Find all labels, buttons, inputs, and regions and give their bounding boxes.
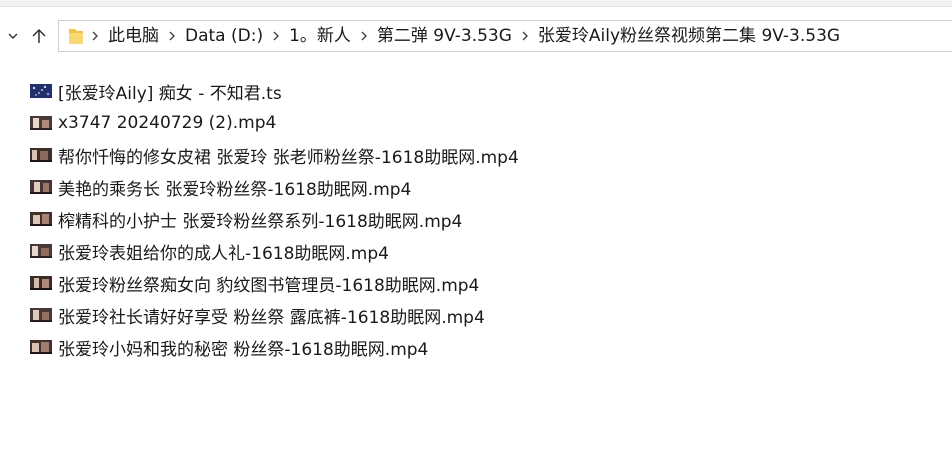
chevron-right-icon[interactable] [85,30,105,42]
ts-video-thumbnail-icon [30,84,52,98]
file-name: x3747 20240729 (2).mp4 [58,113,277,133]
breadcrumb-this-pc[interactable]: 此电脑 [105,21,162,51]
chevron-right-icon[interactable] [266,30,286,42]
file-item[interactable]: 张爱玲表姐给你的成人礼-1618助眠网.mp4 [30,235,930,267]
file-list: [张爱玲Aily] 痴女 - 不知君.ts x3747 20240729 (2)… [30,75,930,363]
video-thumbnail-icon [30,276,52,290]
breadcrumb-folder-1[interactable]: 1。新人 [286,21,354,51]
chevron-right-icon[interactable] [162,30,182,42]
arrow-up-icon [32,28,46,43]
file-item[interactable]: 张爱玲粉丝祭痴女向 豹纹图书管理员-1618助眠网.mp4 [30,267,930,299]
file-name: 帮你忏悔的修女皮裙 张爱玲 张老师粉丝祭-1618助眠网.mp4 [58,147,519,168]
file-item[interactable]: 张爱玲小妈和我的秘密 粉丝祭-1618助眠网.mp4 [30,331,930,363]
video-thumbnail-icon [30,244,52,258]
chevron-down-icon [8,33,18,39]
breadcrumb-folder-2[interactable]: 第二弹 9V-3.53G [374,21,515,51]
address-bar[interactable]: 此电脑 Data (D:) 1。新人 第二弹 9V-3.53G 张爱玲Aily粉… [58,20,952,52]
file-item[interactable]: 榨精科的小护士 张爱玲粉丝祭系列-1618助眠网.mp4 [30,203,930,235]
breadcrumb-drive[interactable]: Data (D:) [182,21,266,51]
video-thumbnail-icon [30,116,52,130]
file-item[interactable]: 美艳的乘务长 张爱玲粉丝祭-1618助眠网.mp4 [30,171,930,203]
file-item[interactable]: [张爱玲Aily] 痴女 - 不知君.ts [30,75,930,107]
navigation-bar: 此电脑 Data (D:) 1。新人 第二弹 9V-3.53G 张爱玲Aily粉… [0,12,952,62]
folder-icon [67,26,85,46]
file-name: 张爱玲小妈和我的秘密 粉丝祭-1618助眠网.mp4 [58,339,429,360]
window-top-strip [0,0,952,7]
video-thumbnail-icon [30,212,52,226]
file-item[interactable]: 帮你忏悔的修女皮裙 张爱玲 张老师粉丝祭-1618助眠网.mp4 [30,139,930,171]
file-item[interactable]: x3747 20240729 (2).mp4 [30,107,930,139]
file-name: 张爱玲粉丝祭痴女向 豹纹图书管理员-1618助眠网.mp4 [58,275,480,296]
file-name: 榨精科的小护士 张爱玲粉丝祭系列-1618助眠网.mp4 [58,211,463,232]
chevron-right-icon[interactable] [515,30,535,42]
file-name: 美艳的乘务长 张爱玲粉丝祭-1618助眠网.mp4 [58,179,412,200]
video-thumbnail-icon [30,340,52,354]
video-thumbnail-icon [30,308,52,322]
file-name: 张爱玲表姐给你的成人礼-1618助眠网.mp4 [58,243,389,264]
up-button[interactable] [28,25,50,47]
file-item[interactable]: 张爱玲社长请好好享受 粉丝祭 露底裤-1618助眠网.mp4 [30,299,930,331]
breadcrumb-current-folder[interactable]: 张爱玲Aily粉丝祭视频第二集 9V-3.53G [535,21,843,51]
file-name: [张爱玲Aily] 痴女 - 不知君.ts [58,83,282,104]
video-thumbnail-icon [30,148,52,162]
video-thumbnail-icon [30,180,52,194]
file-name: 张爱玲社长请好好享受 粉丝祭 露底裤-1618助眠网.mp4 [58,307,485,328]
chevron-right-icon[interactable] [354,30,374,42]
recent-locations-button[interactable] [2,25,24,47]
